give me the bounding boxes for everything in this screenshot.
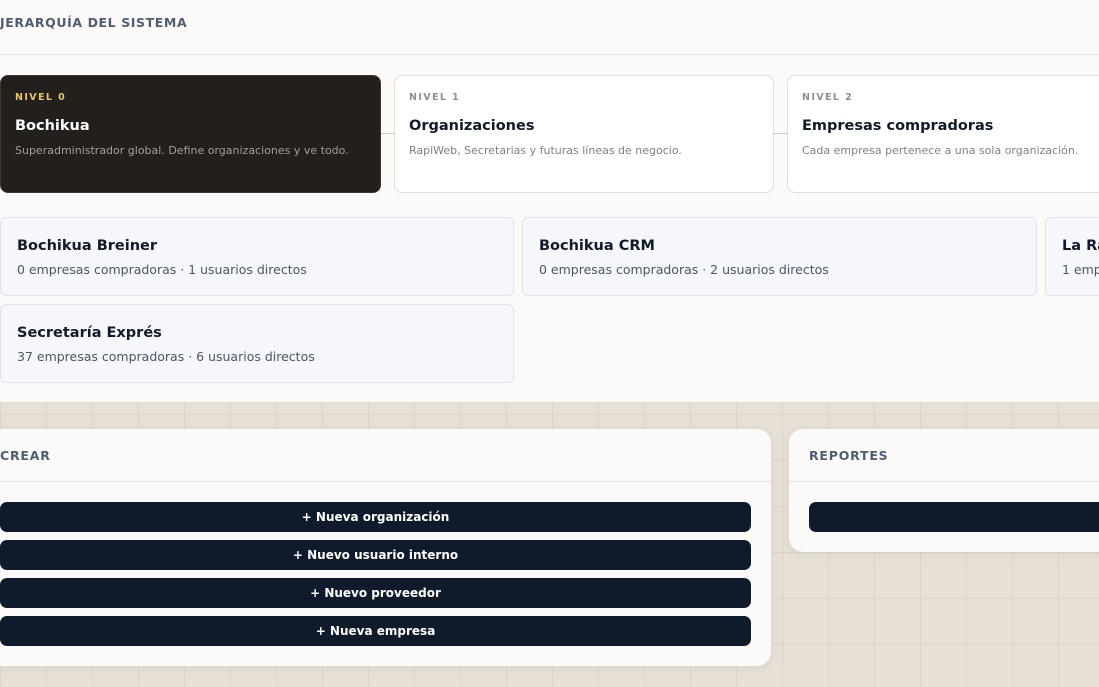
level-card-2[interactable]: NIVEL 2 Empresas compradoras Cada empres… xyxy=(787,75,1099,193)
organization-name: Bochikua CRM xyxy=(539,238,655,254)
organization-name: La Ra xyxy=(1062,238,1099,254)
organization-card[interactable]: Bochikua Breiner 0 empresas compradoras … xyxy=(0,217,514,296)
new-company-button[interactable]: + Nueva empresa xyxy=(0,616,751,646)
level-description: RapiWeb, Secretarias y futuras líneas de… xyxy=(409,144,682,157)
level-name: Empresas compradoras xyxy=(802,118,994,134)
divider xyxy=(789,481,1099,482)
organization-name: Bochikua Breiner xyxy=(17,238,158,254)
organization-stats: 37 empresas compradoras · 6 usuarios dir… xyxy=(17,349,315,364)
organization-stats: 1 empr xyxy=(1062,262,1099,277)
organization-stats: 0 empresas compradoras · 1 usuarios dire… xyxy=(17,262,307,277)
create-panel-title: CREAR xyxy=(0,448,51,463)
level-kicker: NIVEL 1 xyxy=(409,92,461,103)
new-internal-user-button[interactable]: + Nuevo usuario interno xyxy=(0,540,751,570)
reports-panel: REPORTES xyxy=(789,429,1099,552)
level-name: Bochikua xyxy=(15,118,90,134)
new-organization-button[interactable]: + Nueva organización xyxy=(0,502,751,532)
level-kicker: NIVEL 2 xyxy=(802,92,854,103)
create-panel: CREAR + Nueva organización + Nuevo usuar… xyxy=(0,429,771,666)
level-description: Superadministrador global. Define organi… xyxy=(15,144,349,157)
level-description: Cada empresa pertenece a una sola organi… xyxy=(802,144,1079,157)
level-card-1[interactable]: NIVEL 1 Organizaciones RapiWeb, Secretar… xyxy=(394,75,774,193)
hierarchy-title: JERARQUÍA DEL SISTEMA xyxy=(0,15,188,30)
level-name: Organizaciones xyxy=(409,118,535,134)
organization-stats: 0 empresas compradoras · 2 usuarios dire… xyxy=(539,262,829,277)
hierarchy-panel: JERARQUÍA DEL SISTEMA NIVEL 0 Bochikua S… xyxy=(0,0,1099,403)
organization-name: Secretaría Exprés xyxy=(17,325,162,341)
reports-panel-title: REPORTES xyxy=(809,448,889,463)
level-connector xyxy=(774,133,787,134)
level-kicker: NIVEL 0 xyxy=(15,92,67,103)
level-connector xyxy=(381,133,394,134)
organization-card[interactable]: Bochikua CRM 0 empresas compradoras · 2 … xyxy=(522,217,1037,296)
organization-card[interactable]: Secretaría Exprés 37 empresas compradora… xyxy=(0,304,514,383)
level-card-0[interactable]: NIVEL 0 Bochikua Superadministrador glob… xyxy=(0,75,381,193)
report-button[interactable] xyxy=(809,502,1099,532)
divider xyxy=(0,54,1099,55)
new-provider-button[interactable]: + Nuevo proveedor xyxy=(0,578,751,608)
divider xyxy=(0,481,771,482)
organization-card[interactable]: La Ra 1 empr xyxy=(1045,217,1099,296)
